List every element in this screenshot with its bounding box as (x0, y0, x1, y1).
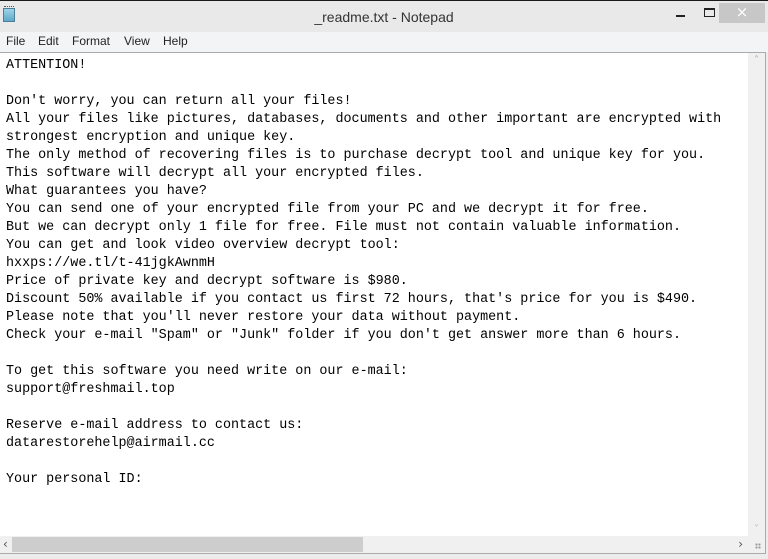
scroll-left-icon[interactable]: ‹ (3, 537, 8, 551)
text-line: Price of private key and decrypt softwar… (6, 274, 408, 289)
text-line: datarestorehelp@airmail.cc (6, 436, 215, 451)
close-button[interactable]: × (719, 3, 765, 23)
text-line: ATTENTION! (6, 58, 87, 73)
text-line: But we can decrypt only 1 file for free.… (6, 220, 681, 235)
text-line: Discount 50% available if you contact us… (6, 292, 698, 307)
scroll-right-icon[interactable]: › (738, 537, 743, 551)
horizontal-scrollbar[interactable]: ‹ › (0, 536, 749, 553)
text-line: You can get and look video overview decr… (6, 238, 400, 253)
text-line (6, 453, 721, 471)
menu-help[interactable]: Help (163, 34, 188, 48)
text-line: support@freshmail.top (6, 382, 175, 397)
horizontal-scroll-thumb[interactable] (12, 537, 363, 552)
scroll-down-icon[interactable]: ˅ (748, 524, 765, 535)
text-line: To get this software you need write on o… (6, 364, 408, 379)
text-line (6, 399, 721, 417)
text-editor[interactable]: ATTENTION! Don't worry, you can return a… (0, 52, 766, 554)
menu-file[interactable]: File (6, 34, 25, 48)
text-line (6, 345, 721, 363)
title-bar: _readme.txt - Notepad × (0, 0, 768, 32)
text-line: Don't worry, you can return all your fil… (6, 94, 352, 109)
text-line: You can send one of your encrypted file … (6, 202, 649, 217)
menu-edit[interactable]: Edit (38, 34, 59, 48)
text-line: Please note that you'll never restore yo… (6, 310, 521, 325)
scroll-up-icon[interactable]: ˄ (748, 55, 765, 66)
text-line: Reserve e-mail address to contact us: (6, 418, 304, 433)
menu-bar: File Edit Format View Help (0, 32, 768, 52)
text-line: The only method of recovering files is t… (6, 148, 706, 163)
text-line: Check your e-mail "Spam" or "Junk" folde… (6, 328, 681, 343)
text-line: strongest encryption and unique key. (6, 130, 296, 145)
text-line: What guarantees you have? (6, 184, 207, 199)
document-text[interactable]: ATTENTION! Don't worry, you can return a… (6, 57, 721, 489)
window-title: _readme.txt - Notepad (314, 9, 454, 25)
text-line (6, 75, 721, 93)
menu-format[interactable]: Format (72, 34, 110, 48)
vertical-scrollbar[interactable]: ˄ ˅ (748, 53, 765, 537)
text-line: hxxps://we.tl/t-41jgkAwnmH (6, 256, 215, 271)
text-line: This software will decrypt all your encr… (6, 166, 424, 181)
menu-view[interactable]: View (124, 34, 150, 48)
text-line: Your personal ID: (6, 472, 143, 487)
text-line: All your files like pictures, databases,… (6, 112, 722, 127)
minimize-button[interactable] (666, 3, 696, 23)
resize-grip-icon[interactable] (748, 536, 765, 553)
